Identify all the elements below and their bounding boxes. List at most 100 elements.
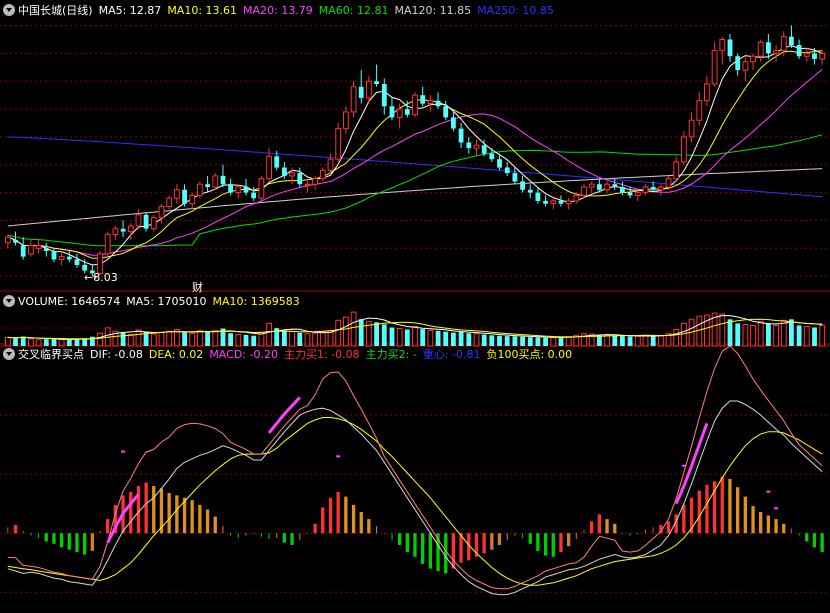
macd-bar-75: [583, 529, 585, 534]
candle-body-19: [150, 217, 157, 230]
macd-bar-34: [268, 533, 270, 540]
macd-bar-52: [405, 533, 409, 553]
candle-body-24: [189, 194, 196, 205]
volume-bar-88: [681, 322, 687, 347]
volume-bar-95: [735, 323, 741, 346]
cai-annotation[interactable]: 财: [192, 279, 203, 295]
candle-body-72: [558, 200, 564, 204]
volume-bar-56: [435, 330, 441, 346]
macd-bar-62: [482, 533, 486, 554]
volume-legend-items: VOLUME: 1646574 MA5: 1705010 MA10: 1369583: [18, 295, 306, 308]
volume-bar-23: [182, 331, 187, 346]
candle-body-59: [458, 128, 464, 143]
macd-legend-macd-2: MACD: -0.20: [209, 348, 278, 361]
macd-bar-22: [175, 495, 179, 534]
macd-bar-86: [666, 521, 671, 534]
candle-body-33: [258, 178, 265, 199]
macd-bar-55: [428, 533, 432, 569]
volume-bar-53: [412, 326, 418, 347]
candle-body-90: [696, 100, 703, 121]
candle-body-10: [82, 264, 88, 271]
macd-bar-73: [567, 533, 571, 547]
macd-bar-90: [697, 490, 701, 534]
macd-bar-32: [253, 533, 255, 535]
macd-bar-88: [682, 504, 686, 534]
candle-body-96: [742, 61, 749, 71]
macd-bar-12: [99, 530, 101, 534]
candle-body-102: [789, 36, 794, 46]
volume-legend: VOLUME: 1646574 MA5: 1705010 MA10: 1369583: [0, 292, 830, 310]
volume-bar-26: [205, 331, 210, 346]
candle-body-14: [112, 228, 119, 235]
macd-bar-45: [351, 504, 356, 534]
ma-legend-ma20-2: MA20: 13.79: [243, 3, 313, 17]
volume-bar-104: [803, 326, 810, 347]
macd-bar-80: [621, 533, 623, 535]
macd-bar-4: [38, 533, 40, 538]
volume-bar-102: [789, 319, 794, 346]
candle-body-18: [143, 214, 149, 229]
candle-body-88: [681, 136, 687, 163]
candle-body-95: [735, 56, 741, 71]
candle-body-7: [58, 256, 65, 260]
upper-dot-3: [766, 490, 771, 493]
macd-bar-67: [522, 533, 524, 538]
volume-bar-100: [773, 324, 780, 347]
macd-bar-104: [805, 533, 809, 542]
candle-body-17: [135, 214, 142, 227]
vol-legend-ma5-1: MA5: 1705010: [126, 294, 207, 308]
macd-bar-102: [790, 528, 792, 534]
volume-bar-96: [742, 323, 749, 347]
candle-body-61: [473, 144, 480, 149]
macd-bar-33: [260, 533, 262, 537]
macd-panel-toggle-icon[interactable]: [3, 348, 15, 360]
macd-bar-63: [490, 533, 494, 550]
macd-bar-8: [67, 533, 71, 550]
macd-bar-50: [391, 533, 393, 541]
volume-bar-21: [166, 330, 173, 347]
upper-dot-1: [336, 455, 341, 458]
macd-bar-74: [575, 533, 577, 540]
volume-bar-48: [374, 322, 379, 346]
candle-body-73: [565, 200, 572, 205]
macd-bar-99: [766, 515, 770, 534]
macd-bar-97: [751, 506, 755, 534]
candle-body-81: [627, 192, 633, 196]
volume-bar-25: [197, 330, 203, 347]
volume-bar-44: [343, 316, 349, 347]
candle-body-98: [757, 41, 764, 57]
macd-legend-dea-1: DEA: 0.02: [148, 348, 204, 361]
macd-bar-40: [313, 523, 317, 534]
macd-bar-11: [90, 533, 94, 551]
candle-body-26: [205, 184, 210, 187]
upper-dot-0: [121, 450, 126, 453]
macd-bar-27: [213, 516, 217, 534]
candle-body-25: [197, 183, 203, 196]
volume-panel-toggle-icon[interactable]: [3, 295, 15, 307]
volume-bar-87: [673, 329, 680, 347]
candle-body-97: [750, 55, 756, 63]
low-price-annotation: ←8.03: [84, 271, 118, 284]
candle-body-3: [28, 245, 34, 255]
candle-body-41: [319, 169, 326, 180]
macd-bar-69: [536, 533, 540, 551]
macd-bar-66: [514, 533, 516, 536]
candle-body-80: [620, 187, 625, 193]
macd-bar-38: [299, 533, 301, 541]
macd-bar-95: [736, 487, 740, 534]
candle-body-13: [104, 233, 111, 255]
price-panel-toggle-icon[interactable]: [3, 4, 15, 16]
candle-body-46: [358, 86, 364, 98]
volume-bar-57: [443, 331, 449, 346]
macd-bar-58: [451, 533, 455, 569]
macd-bar-0: [7, 527, 9, 534]
macd-bar-101: [782, 523, 786, 534]
macd-bar-6: [52, 533, 56, 544]
macd-bar-48: [376, 526, 378, 534]
price-legend: 中国长城(日线) MA5: 12.87 MA10: 13.61 MA20: 13.7…: [0, 1, 830, 19]
candle-body-63: [489, 153, 495, 160]
macd-bar-16: [129, 491, 133, 534]
candle-body-64: [497, 159, 502, 168]
macd-bar-76: [590, 521, 594, 534]
macd-legend-zhuli2-4: 主力买2: -: [365, 348, 417, 361]
